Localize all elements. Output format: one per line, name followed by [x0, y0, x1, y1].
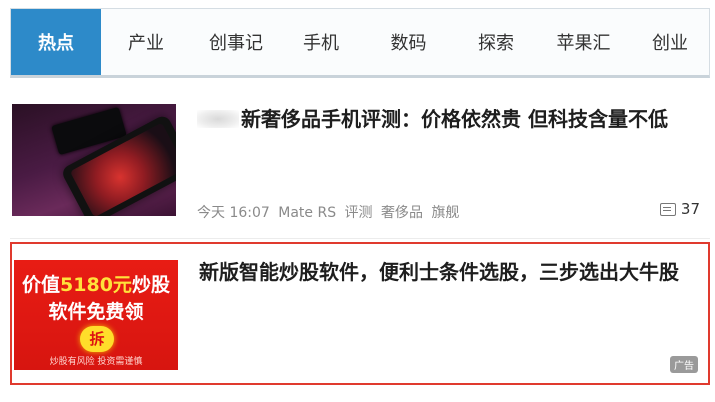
tab-startup[interactable]: 创业 [631, 9, 709, 75]
blurred-brand [197, 110, 239, 128]
ad-image-highlight: 5180元 [60, 274, 132, 296]
comment-icon [659, 202, 676, 216]
ad-image-line1: 价值5180元炒股 [14, 270, 178, 297]
ad-image[interactable]: 价值5180元炒股 软件免费领 拆 炒股有风险 投资需谨慎 [14, 260, 178, 370]
divider [10, 238, 710, 239]
article-tag[interactable]: 奢侈品 [381, 205, 423, 221]
comment-count-value: 37 [680, 200, 700, 218]
article-title[interactable]: 新奢侈品手机评测：价格依然贵 但科技含量不低 [197, 104, 702, 134]
comment-count[interactable]: 37 [659, 200, 700, 218]
article-meta: 今天 16:07 Mate RS 评测 奢侈品 旗舰 [197, 202, 463, 222]
ad-image-prefix: 价值 [22, 274, 61, 296]
ad-image-suffix: 炒股 [131, 274, 170, 296]
ad-item[interactable]: 价值5180元炒股 软件免费领 拆 炒股有风险 投资需谨慎 新版智能炒股软件，便… [10, 242, 710, 385]
tab-digital[interactable]: 数码 [361, 9, 456, 75]
ad-disclaimer: 炒股有风险 投资需谨慎 [49, 357, 143, 367]
tab-industry[interactable]: 产业 [101, 9, 191, 75]
nav-tabs: 热点 产业 创事记 手机 数码 探索 苹果汇 创业 [11, 9, 709, 75]
ad-title[interactable]: 新版智能炒股软件，便利士条件选股，三步选出大牛股 [199, 257, 699, 287]
tab-apple[interactable]: 苹果汇 [536, 9, 631, 75]
article-thumbnail[interactable] [12, 104, 176, 216]
article-tag[interactable]: 旗舰 [431, 205, 459, 221]
article-title-text[interactable]: 新奢侈品手机评测：价格依然贵 但科技含量不低 [241, 107, 668, 131]
tab-hot[interactable]: 热点 [11, 9, 101, 75]
category-nav: 热点 产业 创事记 手机 数码 探索 苹果汇 创业 [10, 8, 710, 78]
tab-explore[interactable]: 探索 [456, 9, 536, 75]
article-tag[interactable]: Mate RS [278, 205, 336, 221]
article-tag[interactable]: 评测 [345, 205, 373, 221]
tab-phone[interactable]: 手机 [281, 9, 361, 75]
ad-image-line2: 软件免费领 [48, 301, 144, 323]
ad-badge: 广告 [670, 356, 698, 373]
article-item[interactable]: 新奢侈品手机评测：价格依然贵 但科技含量不低 今天 16:07 Mate RS … [10, 104, 710, 230]
tab-chuangshiji[interactable]: 创事记 [191, 9, 281, 75]
ad-image-button: 拆 [80, 326, 114, 352]
article-time: 今天 16:07 [197, 205, 270, 221]
